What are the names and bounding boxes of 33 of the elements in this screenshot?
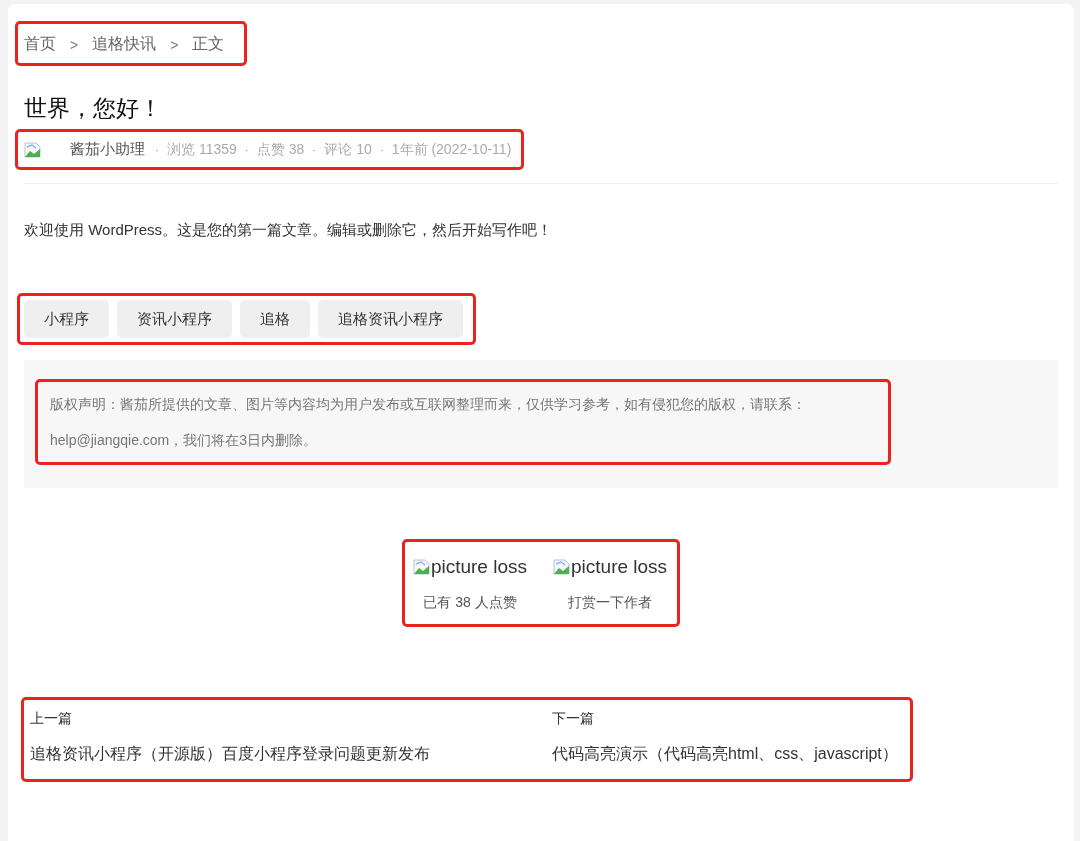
meta-text: 评论 10 [324, 140, 372, 159]
tag-button[interactable]: 小程序 [24, 300, 109, 338]
post-link[interactable]: 追格资讯小程序（开源版）百度小程序登录问题更新发布 [30, 744, 500, 765]
broken-image-icon [24, 141, 42, 158]
tag-button[interactable]: 资讯小程序 [117, 300, 232, 338]
breadcrumb-link[interactable]: 正文 [192, 34, 225, 55]
nav-label: 上一篇 [30, 710, 73, 728]
article-title: 世界，您好！ [24, 94, 163, 123]
image-alt-text: picture loss [571, 556, 668, 578]
meta-separator: · [312, 142, 317, 157]
image-alt-text: picture loss [430, 556, 527, 578]
breadcrumb-separator: > [170, 36, 179, 53]
notice-text: 版权声明：酱茄所提供的文章、图片等内容均为用户发布或互联网整理而来，仅供学习参考，如有侵犯您的版权，请联系： [50, 395, 807, 414]
nav-label: 下一篇 [552, 710, 595, 728]
meta-text: 1年前 (2022-10-11) [391, 140, 512, 159]
action-caption[interactable]: 已有 38 人点赞 [423, 594, 517, 612]
meta-separator: · [379, 142, 384, 157]
broken-image-icon[interactable] [553, 559, 571, 575]
notice-text: help@jiangqie.com，我们将在3日内删除。 [50, 431, 319, 450]
meta-text: 点赞 38 [256, 140, 305, 159]
breadcrumb-link[interactable]: 首页 [24, 34, 56, 55]
meta-separator: · [244, 142, 249, 157]
breadcrumb-separator: > [70, 36, 79, 53]
breadcrumb-link[interactable]: 追格快讯 [92, 34, 157, 55]
action-caption[interactable]: 打赏一下作者 [568, 594, 653, 612]
article-text: 欢迎使用 WordPress。这是您的第一篇文章。编辑或删除它，然后开始写作吧！ [24, 221, 554, 240]
tag-button[interactable]: 追格 [240, 300, 310, 338]
author-name[interactable]: 酱茄小助理 [70, 140, 145, 159]
tag-button[interactable]: 追格资讯小程序 [318, 300, 463, 338]
broken-image-icon[interactable] [412, 559, 431, 575]
meta-separator: · [155, 142, 159, 157]
post-link[interactable]: 代码高亮演示（代码高亮html、css、javascript） [552, 744, 898, 765]
meta-text: 浏览 11359 [167, 140, 237, 159]
